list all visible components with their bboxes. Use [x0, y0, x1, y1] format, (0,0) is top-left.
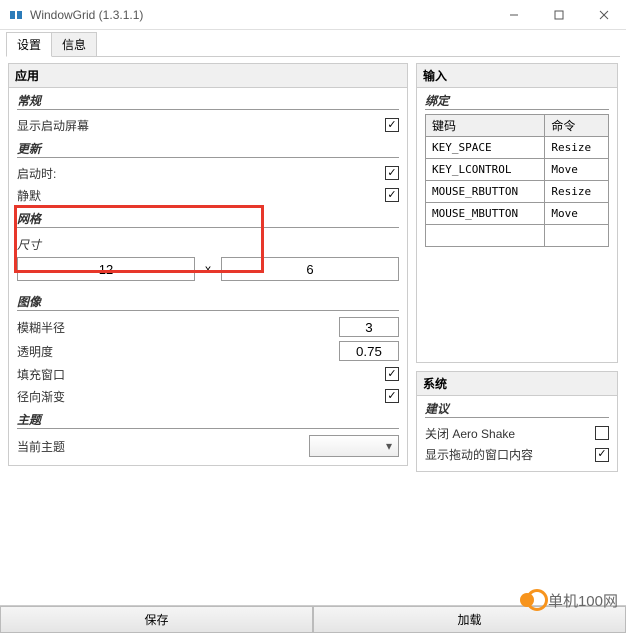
theme-label: 主题 [9, 407, 407, 428]
image-label: 图像 [9, 289, 407, 310]
app-icon [8, 7, 24, 23]
update-label: 更新 [9, 136, 407, 157]
table-row[interactable] [426, 225, 609, 247]
drag-contents-checkbox[interactable] [595, 448, 609, 462]
radial-label: 径向渐变 [17, 388, 385, 405]
theme-dropdown[interactable]: ▾ [309, 435, 399, 457]
radial-checkbox[interactable] [385, 389, 399, 403]
key-cell [426, 225, 545, 247]
advice-label: 建议 [417, 396, 617, 417]
x-separator: x [203, 262, 213, 276]
blur-label: 模糊半径 [17, 319, 339, 336]
input-panel: 输入 绑定 键码 命令 KEY_SPACEResizeKEY_LCONTROLM… [416, 63, 618, 363]
system-panel: 系统 建议 关闭 Aero Shake 显示拖动的窗口内容 [416, 371, 618, 472]
minimize-button[interactable] [491, 0, 536, 30]
silent-label: 静默 [17, 187, 385, 204]
start-update-checkbox[interactable] [385, 166, 399, 180]
cmd-cell: Resize [545, 181, 609, 203]
opacity-label: 透明度 [17, 343, 339, 360]
general-label: 常规 [9, 88, 407, 109]
titlebar: WindowGrid (1.3.1.1) [0, 0, 626, 30]
cmd-cell [545, 225, 609, 247]
key-cell: KEY_SPACE [426, 137, 545, 159]
silent-checkbox[interactable] [385, 188, 399, 202]
cmd-cell: Resize [545, 137, 609, 159]
bindings-table[interactable]: 键码 命令 KEY_SPACEResizeKEY_LCONTROLMoveMOU… [425, 114, 609, 247]
fill-checkbox[interactable] [385, 367, 399, 381]
bindings-label: 绑定 [417, 88, 617, 109]
cmd-cell: Move [545, 159, 609, 181]
chevron-down-icon: ▾ [380, 439, 398, 453]
grid-label: 网格 [9, 206, 407, 227]
col-cmd: 命令 [545, 115, 609, 137]
col-key: 键码 [426, 115, 545, 137]
blur-input[interactable] [339, 317, 399, 337]
key-cell: MOUSE_RBUTTON [426, 181, 545, 203]
size-label: 尺寸 [9, 232, 407, 253]
maximize-button[interactable] [536, 0, 581, 30]
grid-rows-input[interactable] [221, 257, 399, 281]
current-theme-label: 当前主题 [17, 438, 309, 455]
start-update-label: 启动时: [17, 165, 385, 182]
grid-cols-input[interactable] [17, 257, 195, 281]
system-panel-header: 系统 [417, 372, 617, 396]
show-startup-label: 显示启动屏幕 [17, 117, 385, 134]
key-cell: MOUSE_MBUTTON [426, 203, 545, 225]
save-button[interactable]: 保存 [0, 606, 313, 633]
load-button[interactable]: 加载 [313, 606, 626, 633]
drag-contents-label: 显示拖动的窗口内容 [425, 446, 595, 463]
tab-settings[interactable]: 设置 [6, 32, 52, 57]
footer: 保存 加载 [0, 605, 626, 633]
tab-info[interactable]: 信息 [51, 32, 97, 57]
table-row[interactable]: KEY_SPACEResize [426, 137, 609, 159]
app-panel-header: 应用 [9, 64, 407, 88]
key-cell: KEY_LCONTROL [426, 159, 545, 181]
show-startup-checkbox[interactable] [385, 118, 399, 132]
aero-checkbox[interactable] [595, 426, 609, 440]
opacity-input[interactable] [339, 341, 399, 361]
fill-label: 填充窗口 [17, 366, 385, 383]
input-panel-header: 输入 [417, 64, 617, 88]
table-row[interactable]: MOUSE_MBUTTONMove [426, 203, 609, 225]
aero-label: 关闭 Aero Shake [425, 425, 595, 442]
close-button[interactable] [581, 0, 626, 30]
tab-strip: 设置 信息 [0, 30, 626, 57]
window-title: WindowGrid (1.3.1.1) [30, 8, 491, 22]
table-row[interactable]: KEY_LCONTROLMove [426, 159, 609, 181]
app-panel: 应用 常规 显示启动屏幕 更新 启动时: 静默 网格 尺寸 x [8, 63, 408, 466]
cmd-cell: Move [545, 203, 609, 225]
table-row[interactable]: MOUSE_RBUTTONResize [426, 181, 609, 203]
